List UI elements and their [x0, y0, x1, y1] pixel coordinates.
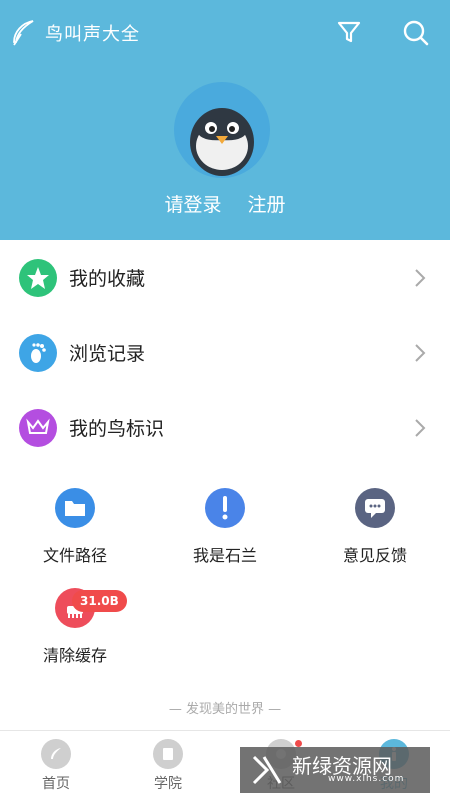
grid-item-about[interactable]: 我是石兰 [150, 488, 300, 566]
nav-label: 首页 [42, 776, 70, 792]
nav-item-home[interactable]: 首页 [0, 739, 112, 793]
filter-button[interactable] [334, 17, 364, 47]
filter-icon [337, 21, 361, 43]
nav-item-academy[interactable]: 学院 [112, 739, 224, 793]
search-icon [403, 20, 429, 46]
grid-item-label: 意见反馈 [342, 546, 407, 565]
crown-icon [19, 408, 57, 447]
watermark-logo-icon [252, 755, 282, 785]
menu-item-label: 我的收藏 [69, 268, 146, 290]
menu-item-label: 浏览记录 [69, 343, 146, 365]
top-bar: 鸟叫声大全 [0, 0, 450, 64]
menu-item-favorites[interactable]: 我的收藏 [0, 240, 450, 315]
auth-row: 请登录 注册 [0, 190, 450, 217]
watermark: 新绿资源网 www.xlhs.com [240, 747, 430, 793]
chat-icon [355, 488, 395, 528]
grid-item-label: 我是石兰 [192, 546, 257, 565]
login-link[interactable]: 请登录 [164, 190, 221, 217]
star-icon [19, 258, 57, 297]
grid-item-label: 清除缓存 [42, 646, 107, 665]
feather-icon [41, 739, 71, 769]
footprint-icon [19, 333, 57, 372]
grid-item-label: 文件路径 [42, 546, 107, 565]
grid-item-feedback[interactable]: 意见反馈 [300, 488, 450, 566]
notification-dot [295, 740, 302, 747]
exclamation-icon [205, 488, 245, 528]
menu-list: 我的收藏 浏览记录 我的鸟标识 [0, 240, 450, 465]
nav-label: 学院 [154, 776, 182, 792]
folder-icon [55, 488, 95, 528]
menu-item-label: 我的鸟标识 [69, 418, 165, 440]
search-button[interactable] [400, 17, 432, 49]
feather-icon [13, 20, 34, 46]
cache-size-badge: 31.0B [72, 590, 127, 612]
app-title: 鸟叫声大全 [45, 24, 140, 45]
watermark-url: www.xlhs.com [328, 774, 405, 784]
chevron-right-icon [415, 343, 426, 362]
profile-header: 鸟叫声大全 请登录 注册 [0, 0, 450, 240]
watermark-text: 新绿资源网 [292, 754, 392, 778]
menu-item-bird-badge[interactable]: 我的鸟标识 [0, 390, 450, 465]
book-icon [153, 739, 183, 769]
penguin-avatar-icon [190, 108, 254, 176]
avatar[interactable] [174, 82, 270, 178]
slogan: — 发现美的世界 — [168, 702, 282, 717]
grid-item-file-path[interactable]: 文件路径 [0, 488, 150, 566]
chevron-right-icon [415, 418, 426, 437]
watermark-text-group: 新绿资源网 www.xlhs.com [284, 756, 404, 784]
register-link[interactable]: 注册 [248, 190, 286, 217]
chevron-right-icon [415, 268, 426, 287]
menu-item-history[interactable]: 浏览记录 [0, 315, 450, 390]
